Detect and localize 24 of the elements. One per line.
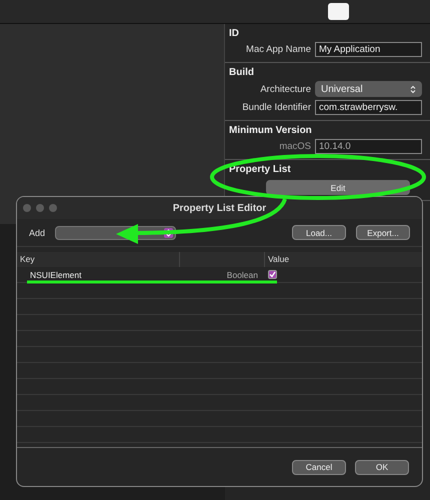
ok-button[interactable]: OK	[355, 460, 409, 474]
field-label: Mac App Name	[245, 44, 311, 55]
key-cell-text: NSUIElement	[29, 270, 82, 280]
field-label: Architecture	[259, 84, 311, 94]
text-field[interactable]: com.strawberrysw.	[315, 100, 422, 115]
section-title: Minimum Version	[229, 125, 313, 136]
cancel-button[interactable]: Cancel	[292, 460, 346, 474]
column-header[interactable]: Value	[264, 252, 422, 267]
chevron-icon	[410, 84, 416, 94]
toolbar-button[interactable]: Load...	[292, 225, 346, 240]
checkbox[interactable]	[268, 270, 277, 279]
popup-menu[interactable]: Universal	[315, 81, 422, 97]
section-title: Build	[229, 67, 255, 78]
text-field[interactable]: My Application	[315, 42, 422, 57]
edit-button[interactable]: Edit	[266, 180, 410, 195]
toolbar-button[interactable]: Export...	[356, 225, 410, 240]
field-label: Bundle Identifier	[241, 102, 311, 113]
field-label: macOS	[278, 141, 311, 152]
type-cell-text: Boolean	[226, 270, 259, 280]
toolbar-button[interactable]	[328, 3, 349, 20]
dialog-title: Property List Editor	[172, 202, 266, 214]
add-label: Add	[29, 228, 46, 238]
column-header[interactable]: Key	[17, 252, 179, 267]
section-title: ID	[229, 28, 240, 39]
